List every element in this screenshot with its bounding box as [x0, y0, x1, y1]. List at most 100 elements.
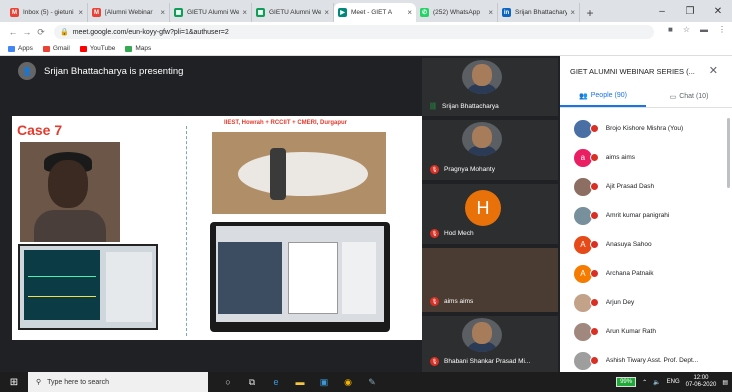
presentation-slide: Case 7 IIEST, Howrah + RCCIIT + CMERI, D… — [12, 116, 422, 340]
chrome-icon[interactable]: ◉ — [338, 372, 358, 392]
participant-row[interactable]: Brojo Kishore Mishra (You) — [560, 114, 732, 143]
bookmark-item[interactable]: Gmail — [42, 45, 70, 52]
people-panel: GIET ALUMNI WEBINAR SERIES (... ✕ 👥 Peop… — [560, 56, 732, 372]
speaking-icon: ||| — [430, 103, 436, 110]
browser-tab[interactable]: M [Alumni Webinar × — [88, 3, 170, 22]
bookmark-item[interactable]: YouTube — [79, 45, 115, 52]
tab-close-icon[interactable]: × — [242, 8, 247, 17]
url-text: meet.google.com/eun-koyy-gfw?pli=1&authu… — [72, 28, 229, 36]
windows-start-icon[interactable]: ⊞ — [0, 372, 28, 392]
clock[interactable]: 12:00 07-06-2020 — [686, 375, 717, 389]
participant-avatar — [574, 119, 599, 138]
tab-close-icon[interactable]: × — [160, 8, 165, 17]
forward-icon[interactable]: → — [20, 27, 34, 37]
participant-list-name: Brojo Kishore Mishra (You) — [605, 125, 684, 132]
back-icon[interactable]: ← — [6, 27, 20, 37]
participant-row[interactable]: Arjun Dey — [560, 288, 732, 317]
tab-favicon-icon: ✆ — [420, 8, 429, 17]
mic-off-icon — [589, 239, 599, 249]
tab-people[interactable]: 👥 People (90) — [560, 86, 646, 107]
bookmark-item[interactable]: Maps — [125, 45, 151, 52]
reload-icon[interactable]: ⟳ — [34, 27, 48, 38]
store-icon[interactable]: ▣ — [314, 372, 334, 392]
battery-indicator[interactable]: 99% — [616, 377, 637, 387]
close-window-button[interactable]: ✕ — [704, 0, 732, 22]
task-view-icon[interactable]: ⧉ — [242, 372, 262, 392]
mic-off-icon — [589, 326, 599, 336]
edge-icon[interactable]: e — [266, 372, 286, 392]
tab-title: GIETU Alumni We — [269, 9, 322, 16]
participant-list: Brojo Kishore Mishra (You) a aims aims Ajit… — [560, 114, 732, 375]
participant-row[interactable]: Ajit Prasad Dash — [560, 172, 732, 201]
maximize-button[interactable]: ❐ — [676, 0, 704, 22]
file-explorer-icon[interactable]: ▬ — [290, 372, 310, 392]
participant-list-name: Arun Kumar Rath — [605, 328, 656, 335]
minimize-button[interactable]: – — [648, 0, 676, 22]
close-panel-icon[interactable]: ✕ — [709, 64, 718, 77]
participant-row[interactable]: Ashish Tiwary Asst. Prof. Dept... — [560, 346, 732, 375]
participant-tile[interactable]: 🎙 aims aims — [422, 248, 558, 312]
tab-favicon-icon: in — [502, 8, 511, 17]
tab-close-icon[interactable]: × — [407, 8, 412, 17]
tab-chat[interactable]: ▭ Chat (10) — [646, 86, 732, 107]
language-indicator[interactable]: ENG — [667, 379, 680, 385]
participant-list-name: Ajit Prasad Dash — [605, 183, 655, 190]
participant-row[interactable]: Amrit kumar panigrahi — [560, 201, 732, 230]
notification-icon[interactable]: ▤ — [722, 379, 728, 386]
star-icon[interactable]: ☆ — [683, 25, 690, 34]
search-icon: ⚲ — [36, 379, 42, 386]
participant-tile[interactable]: ||| Srijan Bhattacharya — [422, 58, 558, 116]
extension-icon[interactable]: ▬ — [700, 25, 708, 34]
browser-tab[interactable]: ▦ GIETU Alumni We × — [252, 3, 334, 22]
browser-tab[interactable]: ✆ (252) WhatsApp × — [416, 3, 498, 22]
participant-list-name: Archana Patnaik — [605, 270, 654, 277]
volume-icon[interactable]: 🔈 — [653, 379, 660, 386]
participant-avatar: A — [574, 235, 599, 254]
participant-row[interactable]: A Anasuya Sahoo — [560, 230, 732, 259]
tab-favicon-icon: ▶ — [338, 8, 347, 17]
tab-close-icon[interactable]: × — [324, 8, 329, 17]
tab-strip: M Inbox (5) - gietuni × M [Alumni Webinar × ▦ G… — [0, 0, 732, 22]
browser-tab[interactable]: M Inbox (5) - gietuni × — [6, 3, 88, 22]
network-icon[interactable]: ⌃ — [642, 379, 647, 386]
browser-tab[interactable]: in Srijan Bhattacharya × — [498, 3, 580, 22]
browser-tab[interactable]: ▶ Meet - GIET A × — [334, 3, 416, 22]
cortana-icon[interactable]: ○ — [218, 372, 238, 392]
clock-time: 12:00 — [693, 375, 709, 381]
panel-scrollbar[interactable] — [727, 118, 730, 188]
participant-avatar — [574, 206, 599, 225]
participant-name-row: 🎙 Hod Mech — [430, 229, 474, 238]
camera-icon[interactable]: ■ — [668, 25, 673, 34]
bookmark-item[interactable]: Apps — [8, 45, 33, 52]
tab-close-icon[interactable]: × — [488, 8, 493, 17]
chat-tab-label: Chat (10) — [679, 93, 709, 100]
window-controls: – ❐ ✕ — [648, 0, 732, 22]
taskbar-search-input[interactable]: ⚲ Type here to search — [28, 372, 208, 392]
participant-row[interactable]: a aims aims — [560, 143, 732, 172]
slide-title: IIEST, Howrah + RCCIIT + CMERI, Durgapur — [224, 120, 348, 126]
participant-tile[interactable]: 🎙 Bhabani Shankar Prasad Mi... — [422, 316, 558, 372]
url-input[interactable]: 🔒 meet.google.com/eun-koyy-gfw?pli=1&aut… — [54, 25, 654, 39]
menu-icon[interactable]: ⋮ — [718, 25, 726, 34]
participant-tile[interactable]: 🎙 Pragnya Mohanty — [422, 120, 558, 180]
participant-row[interactable]: A Archana Patnaik — [560, 259, 732, 288]
slide-divider — [186, 126, 187, 336]
avatar-letter: A — [580, 240, 586, 249]
tab-close-icon[interactable]: × — [570, 8, 575, 17]
monitor-photo — [18, 244, 158, 330]
bookmark-icon — [79, 45, 87, 52]
mic-off-icon — [589, 152, 599, 162]
new-tab-button[interactable]: + — [580, 3, 600, 22]
bookmark-label: Apps — [18, 45, 33, 52]
participant-row[interactable]: Arun Kumar Rath — [560, 317, 732, 346]
tab-title: Inbox (5) - gietuni — [23, 9, 74, 16]
tab-close-icon[interactable]: × — [78, 8, 83, 17]
chat-icon: ▭ — [669, 93, 677, 101]
app-icon[interactable]: ✎ — [362, 372, 382, 392]
avatar-letter: A — [580, 269, 586, 278]
participant-tile[interactable]: H 🎙 Hod Mech — [422, 184, 558, 244]
bookmark-icon — [125, 45, 133, 52]
browser-tab[interactable]: ▦ GIETU Alumni We × — [170, 3, 252, 22]
clock-date: 07-06-2020 — [685, 382, 717, 388]
participant-video — [462, 60, 502, 94]
